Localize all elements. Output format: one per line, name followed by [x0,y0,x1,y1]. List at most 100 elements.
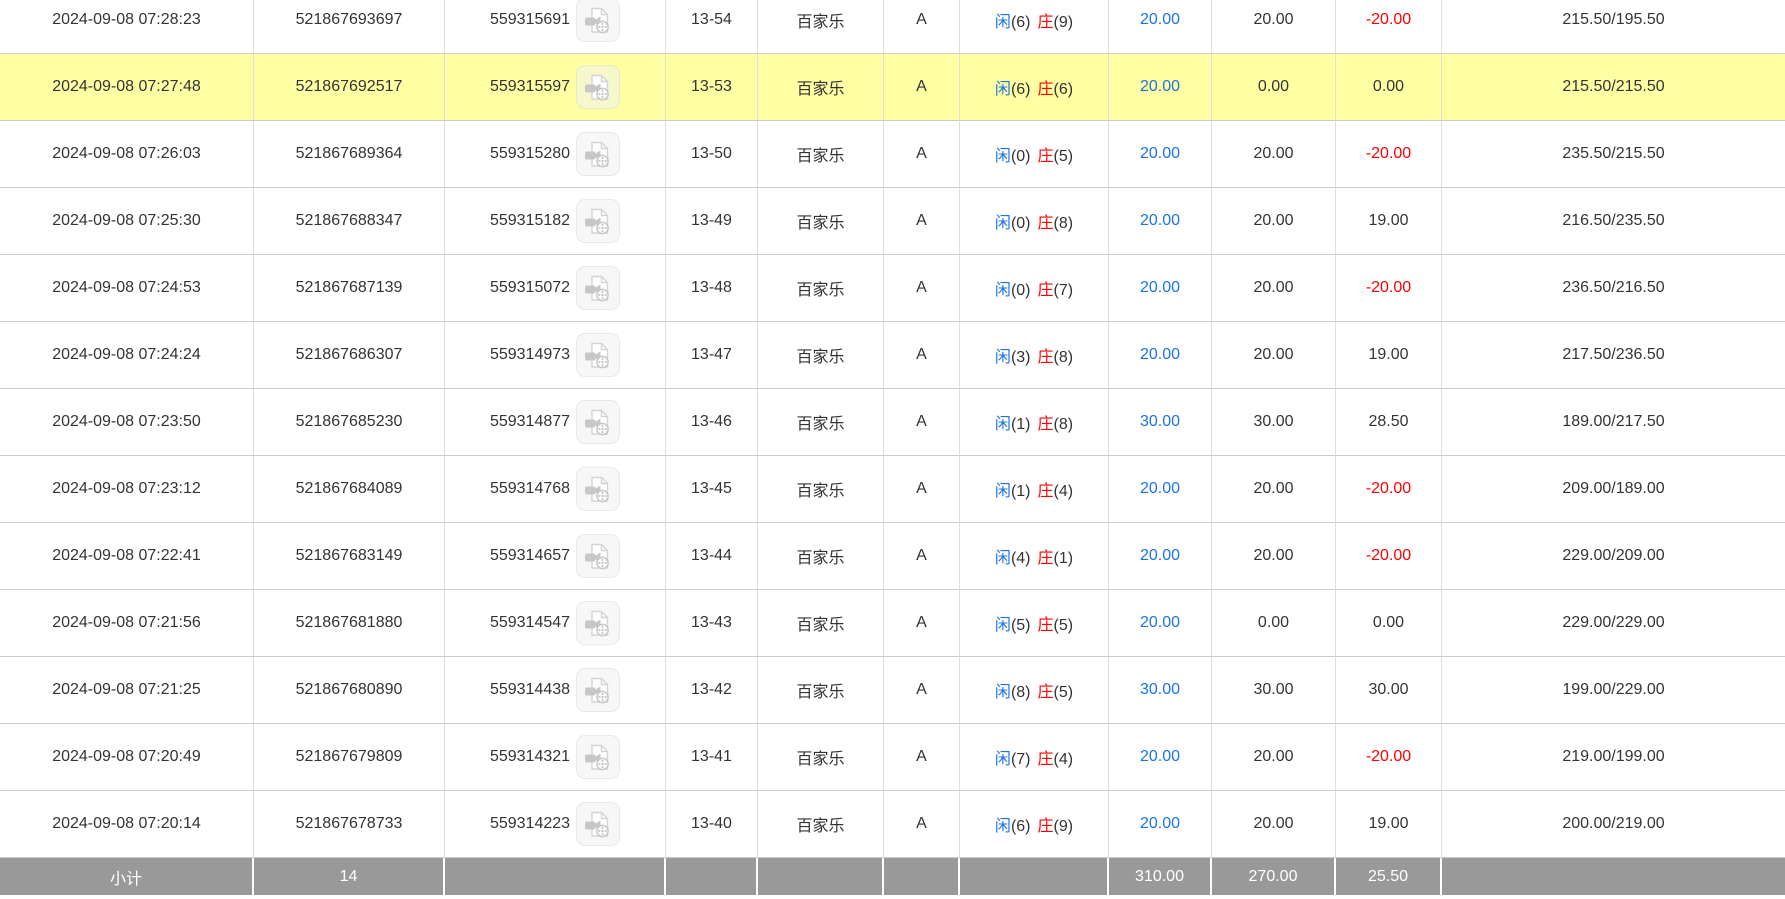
banker-label: 庄 [1038,14,1054,31]
result-cell: 闲(6)庄(9) [960,791,1109,858]
round-no-cell: 559315280 [445,121,666,188]
time-cell: 2024-09-08 07:24:53 [0,255,254,322]
table-round-cell: 13-42 [666,657,758,724]
round-no-value: 559314321 [490,748,570,766]
valid-amount-cell: 20.00 [1212,523,1336,590]
table-row[interactable]: 2024-09-08 07:27:48 521867692517 5593155… [0,54,1785,121]
result-cell: 闲(6)庄(6) [960,54,1109,121]
round-no-cell: 559314657 [445,523,666,590]
order-no-cell: 521867685230 [254,389,445,456]
video-replay-icon[interactable] [576,601,620,645]
banker-label: 庄 [1038,349,1054,366]
game-cell: 百家乐 [758,121,884,188]
table-row[interactable]: 2024-09-08 07:21:25 521867680890 5593144… [0,657,1785,724]
time-cell: 2024-09-08 07:28:23 [0,0,254,54]
table-row[interactable]: 2024-09-08 07:23:12 521867684089 5593147… [0,456,1785,523]
balance-cell: 215.50/215.50 [1442,54,1785,121]
round-no-cell: 559314973 [445,322,666,389]
round-no-value: 559314547 [490,614,570,632]
bet-amount-cell: 20.00 [1109,121,1212,188]
result-cell: 闲(0)庄(7) [960,255,1109,322]
table-row[interactable]: 2024-09-08 07:23:50 521867685230 5593148… [0,389,1785,456]
game-cell: 百家乐 [758,188,884,255]
video-replay-icon[interactable] [576,266,620,310]
game-cell: 百家乐 [758,657,884,724]
table-row[interactable]: 2024-09-08 07:24:24 521867686307 5593149… [0,322,1785,389]
net-amount-cell: 28.50 [1336,389,1442,456]
banker-label: 庄 [1038,751,1054,768]
player-score: (6) [1011,818,1031,835]
table-row[interactable]: 2024-09-08 07:28:23 521867693697 5593156… [0,0,1785,54]
player-label: 闲 [995,483,1011,500]
order-no-cell: 521867686307 [254,322,445,389]
bet-amount-cell: 30.00 [1109,389,1212,456]
video-replay-icon[interactable] [576,333,620,377]
round-no-cell: 559315072 [445,255,666,322]
shoe-cell: A [884,724,960,791]
subtotal-row: 小计 14 310.00 270.00 25.50 [0,858,1785,897]
shoe-cell: A [884,188,960,255]
game-cell: 百家乐 [758,456,884,523]
banker-score: (4) [1054,751,1074,768]
net-amount-cell: 30.00 [1336,657,1442,724]
bet-amount-cell: 20.00 [1109,590,1212,657]
net-amount-cell: -20.00 [1336,724,1442,791]
table-round-cell: 13-50 [666,121,758,188]
table-round-cell: 13-53 [666,54,758,121]
balance-cell: 217.50/236.50 [1442,322,1785,389]
table-row[interactable]: 2024-09-08 07:20:49 521867679809 5593143… [0,724,1785,791]
player-label: 闲 [995,751,1011,768]
player-score: (6) [1011,14,1031,31]
net-amount-cell: -20.00 [1336,523,1442,590]
time-cell: 2024-09-08 07:20:14 [0,791,254,858]
order-no-cell: 521867689364 [254,121,445,188]
table-round-cell: 13-41 [666,724,758,791]
net-amount-cell: -20.00 [1336,0,1442,54]
banker-label: 庄 [1038,617,1054,634]
shoe-cell: A [884,121,960,188]
banker-score: (7) [1054,282,1074,299]
banker-score: (8) [1054,416,1074,433]
net-amount-cell: -20.00 [1336,456,1442,523]
video-replay-icon[interactable] [576,534,620,578]
player-score: (3) [1011,349,1031,366]
order-no-cell: 521867680890 [254,657,445,724]
round-no-cell: 559314438 [445,657,666,724]
net-amount-cell: 19.00 [1336,791,1442,858]
shoe-cell: A [884,523,960,590]
subtotal-empty-shoe [884,858,960,897]
banker-label: 庄 [1038,81,1054,98]
table-row[interactable]: 2024-09-08 07:21:56 521867681880 5593145… [0,590,1785,657]
table-row[interactable]: 2024-09-08 07:26:03 521867689364 5593152… [0,121,1785,188]
table-row[interactable]: 2024-09-08 07:24:53 521867687139 5593150… [0,255,1785,322]
shoe-cell: A [884,389,960,456]
video-replay-icon[interactable] [576,802,620,846]
balance-cell: 235.50/215.50 [1442,121,1785,188]
table-row[interactable]: 2024-09-08 07:25:30 521867688347 5593151… [0,188,1785,255]
table-row[interactable]: 2024-09-08 07:22:41 521867683149 5593146… [0,523,1785,590]
video-replay-icon[interactable] [576,668,620,712]
video-replay-icon[interactable] [576,0,620,42]
banker-score: (8) [1054,215,1074,232]
video-replay-icon[interactable] [576,400,620,444]
video-replay-icon[interactable] [576,199,620,243]
time-cell: 2024-09-08 07:23:50 [0,389,254,456]
order-no-cell: 521867688347 [254,188,445,255]
valid-amount-cell: 30.00 [1212,389,1336,456]
bet-amount-cell: 20.00 [1109,322,1212,389]
player-score: (4) [1011,550,1031,567]
net-amount-cell: 0.00 [1336,54,1442,121]
video-replay-icon[interactable] [576,467,620,511]
round-no-cell: 559314877 [445,389,666,456]
video-replay-icon[interactable] [576,132,620,176]
video-replay-icon[interactable] [576,65,620,109]
shoe-cell: A [884,590,960,657]
bet-amount-cell: 20.00 [1109,0,1212,54]
result-cell: 闲(1)庄(4) [960,456,1109,523]
table-row[interactable]: 2024-09-08 07:20:14 521867678733 5593142… [0,791,1785,858]
player-label: 闲 [995,818,1011,835]
player-label: 闲 [995,416,1011,433]
video-replay-icon[interactable] [576,735,620,779]
balance-cell: 209.00/189.00 [1442,456,1785,523]
game-cell: 百家乐 [758,322,884,389]
